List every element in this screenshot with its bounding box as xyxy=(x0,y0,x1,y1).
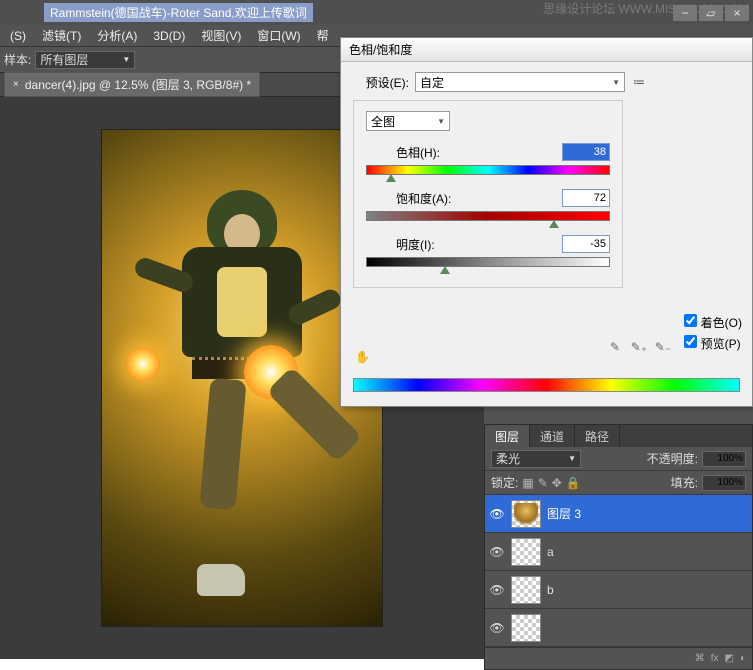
chevron-down-icon: ▼ xyxy=(612,78,620,87)
visibility-icon[interactable]: 👁 xyxy=(489,620,505,636)
sample-combo[interactable]: 所有图层▼ xyxy=(35,51,135,69)
dialog-title[interactable]: 色相/饱和度 xyxy=(341,38,752,62)
titlebar-song: Rammstein(德国战车)-Roter Sand,欢迎上传歌词 xyxy=(44,3,313,22)
lightness-input[interactable] xyxy=(562,235,610,253)
menu-item[interactable]: 帮 xyxy=(309,25,337,46)
preset-menu-icon[interactable]: ≔ xyxy=(633,75,645,89)
menu-item[interactable]: 分析(A) xyxy=(89,25,145,46)
layers-panel: 图层 通道 路径 柔光▼ 不透明度: 锁定: ▦ ✎ ✥ 🔒 填充: 👁 图层 … xyxy=(484,424,753,670)
visibility-icon[interactable]: 👁 xyxy=(489,506,505,522)
layer-thumbnail[interactable] xyxy=(511,538,541,566)
slider-group: 全图▼ 色相(H): 饱和度(A): 明度(I): xyxy=(353,100,623,288)
blend-mode-dropdown[interactable]: 柔光▼ xyxy=(491,450,581,468)
layer-thumbnail[interactable] xyxy=(511,576,541,604)
menu-item[interactable]: 窗口(W) xyxy=(249,25,308,46)
preview-checkbox[interactable]: 预览(P) xyxy=(684,335,742,352)
lightness-slider[interactable] xyxy=(366,257,610,267)
saturation-input[interactable] xyxy=(562,189,610,207)
close-icon[interactable]: × xyxy=(13,79,19,90)
layer-list: 👁 图层 3 👁 a 👁 b 👁 xyxy=(485,495,752,647)
layer-thumbnail[interactable] xyxy=(511,614,541,642)
layer-name: a xyxy=(547,545,554,559)
tab-paths[interactable]: 路径 xyxy=(575,425,620,447)
layer-name: 图层 3 xyxy=(547,505,581,522)
visibility-icon[interactable]: 👁 xyxy=(489,582,505,598)
preset-label: 预设(E): xyxy=(353,74,409,91)
chevron-down-icon: ▼ xyxy=(122,55,130,64)
fill-input[interactable] xyxy=(702,475,746,491)
colorize-checkbox[interactable]: 着色(O) xyxy=(684,314,742,331)
document-tab-label: dancer(4).jpg @ 12.5% (图层 3, RGB/8#) * xyxy=(25,76,251,93)
range-dropdown[interactable]: 全图▼ xyxy=(366,111,450,131)
fill-label: 填充: xyxy=(671,474,698,491)
saturation-label: 饱和度(A): xyxy=(396,190,562,207)
chevron-down-icon: ▼ xyxy=(568,454,576,463)
lock-paint-icon[interactable]: ✎ xyxy=(538,476,548,490)
menu-item[interactable]: 视图(V) xyxy=(193,25,249,46)
layers-footer: ⌘ fx ◩ ◐ xyxy=(485,647,752,669)
orb-icon xyxy=(126,347,160,381)
lock-transparency-icon[interactable]: ▦ xyxy=(522,476,533,490)
scrub-hand-icon[interactable]: ✋ xyxy=(355,350,370,364)
hue-saturation-dialog: 色相/饱和度 预设(E): 自定▼ ≔ 确定 复位 全图▼ 色相(H): xyxy=(340,37,753,407)
lock-all-icon[interactable]: 🔒 xyxy=(566,476,581,490)
saturation-slider[interactable] xyxy=(366,211,610,221)
layer-row[interactable]: 👁 b xyxy=(485,571,752,609)
layer-row[interactable]: 👁 图层 3 xyxy=(485,495,752,533)
eyedropper-plus-icon[interactable]: ✎₊ xyxy=(630,338,648,356)
sample-label: 样本: xyxy=(4,51,31,68)
layer-row[interactable]: 👁 a xyxy=(485,533,752,571)
chevron-down-icon: ▼ xyxy=(437,117,445,126)
tab-channels[interactable]: 通道 xyxy=(530,425,575,447)
visibility-icon[interactable]: 👁 xyxy=(489,544,505,560)
layer-row[interactable]: 👁 xyxy=(485,609,752,647)
opacity-label: 不透明度: xyxy=(647,450,698,467)
eyedropper-minus-icon[interactable]: ✎₋ xyxy=(654,338,672,356)
opacity-input[interactable] xyxy=(702,451,746,467)
hue-range-bar[interactable] xyxy=(353,378,740,392)
hue-slider[interactable] xyxy=(366,165,610,175)
menu-item[interactable]: (S) xyxy=(2,27,34,45)
dancer-figure xyxy=(152,190,332,610)
layer-name: b xyxy=(547,583,554,597)
document-tab[interactable]: × dancer(4).jpg @ 12.5% (图层 3, RGB/8#) * xyxy=(4,72,260,97)
lock-position-icon[interactable]: ✥ xyxy=(552,476,562,490)
eyedropper-icon[interactable]: ✎ xyxy=(606,338,624,356)
layer-thumbnail[interactable] xyxy=(511,500,541,528)
menu-item[interactable]: 滤镜(T) xyxy=(34,25,89,46)
menu-item[interactable]: 3D(D) xyxy=(145,27,193,45)
eyedropper-group: ✎ ✎₊ ✎₋ xyxy=(606,338,672,356)
lock-label: 锁定: xyxy=(491,474,518,491)
hue-label: 色相(H): xyxy=(396,144,562,161)
preset-dropdown[interactable]: 自定▼ xyxy=(415,72,625,92)
watermark: 思缘设计论坛 WWW.MISSYUAN.COM xyxy=(543,0,749,17)
tab-layers[interactable]: 图层 xyxy=(485,425,530,447)
hue-input[interactable] xyxy=(562,143,610,161)
lightness-label: 明度(I): xyxy=(396,236,562,253)
